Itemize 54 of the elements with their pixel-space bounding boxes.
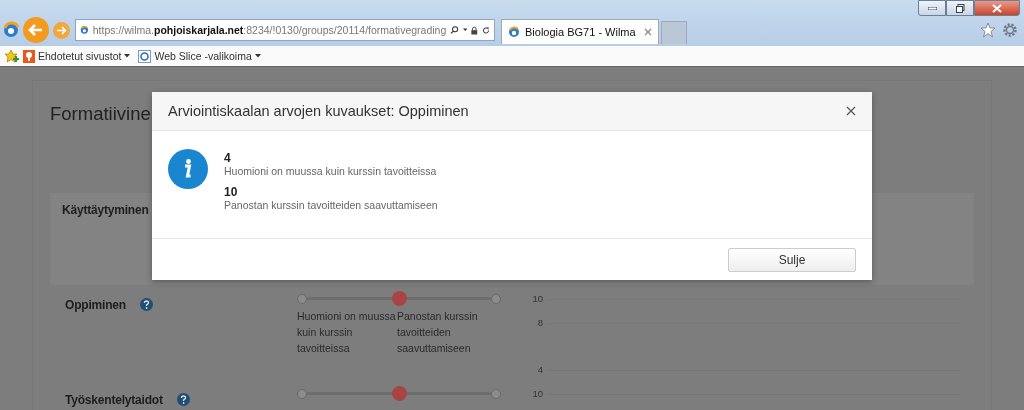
- browser-tab[interactable]: Biologia BG71 - Wilma: [501, 19, 659, 44]
- back-icon[interactable]: [22, 16, 50, 44]
- slider-stop: [297, 293, 307, 304]
- slider-stop: [491, 388, 501, 399]
- restore-icon: [955, 3, 965, 13]
- caret-icon[interactable]: [124, 54, 131, 58]
- section-title: Käyttäytyminen: [62, 203, 149, 217]
- close-icon[interactable]: [644, 28, 652, 36]
- site-icon: [80, 24, 89, 36]
- favorites-link[interactable]: Ehdotetut sivustot: [38, 50, 122, 62]
- page-title: Formatiivine: [50, 103, 151, 126]
- web-page-icon: [138, 49, 152, 63]
- settings-icon[interactable]: [1002, 22, 1018, 38]
- axis-tick-label: 4: [536, 363, 543, 375]
- scale-label: Huomioni on muussa kuin kurssin tavoitteissa: [297, 309, 397, 356]
- section-title: Oppiminen: [65, 298, 126, 312]
- site-icon: [508, 26, 520, 38]
- info-icon: [168, 149, 208, 189]
- close-window-button[interactable]: [974, 0, 1020, 16]
- close-icon: [992, 3, 1002, 13]
- lock-icon: [471, 24, 478, 36]
- scale-value: 4: [224, 151, 232, 165]
- restore-button[interactable]: [946, 0, 974, 16]
- minimize-icon: [927, 6, 937, 10]
- browser-logo-icon: [2, 21, 20, 39]
- search-icon[interactable]: [450, 24, 459, 36]
- scale-value: 10: [224, 185, 239, 199]
- caret-icon[interactable]: [463, 28, 468, 32]
- close-button[interactable]: [844, 104, 858, 118]
- forward-icon[interactable]: [52, 20, 71, 40]
- slider-stop: [491, 293, 501, 304]
- favorites-star-icon[interactable]: [4, 49, 19, 63]
- suggested-sites-icon: [23, 49, 35, 63]
- close-dialog-button[interactable]: Sulje: [728, 247, 856, 272]
- slider-stop: [297, 388, 307, 399]
- slider-thumb[interactable]: [391, 386, 407, 401]
- caret-icon[interactable]: [254, 54, 261, 58]
- dialog-title: Arviointiskaalan arvojen kuvaukset: Oppiminen: [168, 103, 470, 119]
- scale-label: Panostan kurssin tavoitteiden saavuttamiseen: [397, 309, 479, 356]
- scale-description: Panostan kurssin tavoitteiden saavuttamiseen: [224, 199, 438, 211]
- section-title: Työskentelytaidot: [65, 393, 163, 407]
- favorites-link[interactable]: Web Slice -valikoima: [154, 50, 252, 62]
- axis-tick-label: 8: [536, 316, 543, 328]
- slider-thumb[interactable]: [391, 291, 407, 306]
- scale-description: Huomioni on muussa kuin kurssin tavoitteissa: [224, 165, 438, 177]
- minimize-button[interactable]: [918, 0, 946, 16]
- axis-tick-label: 10: [531, 293, 543, 304]
- axis-tick-label: 10: [531, 388, 543, 399]
- refresh-icon[interactable]: [481, 24, 490, 36]
- help-icon[interactable]: [139, 298, 153, 311]
- help-icon[interactable]: [176, 393, 190, 406]
- star-icon[interactable]: [980, 22, 996, 38]
- address-bar[interactable]: https://wilma.pohjoiskarjala.net:8234/!0130/groups/20114/formativegrading: [75, 19, 495, 41]
- close-icon: [846, 106, 856, 116]
